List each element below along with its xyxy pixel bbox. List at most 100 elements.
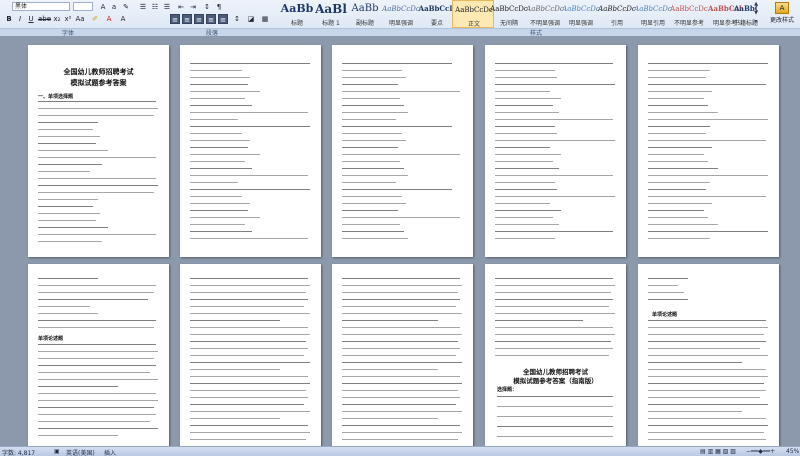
subscript-icon[interactable]: x₂ [52, 14, 62, 24]
text-line [342, 98, 400, 99]
borders-icon[interactable]: ▦ [260, 14, 270, 24]
text-line [190, 376, 308, 377]
char-shading-icon[interactable]: A [118, 14, 128, 24]
word-count[interactable]: 字数: 4,817 [2, 448, 35, 456]
document-page[interactable] [485, 45, 626, 257]
text-line [648, 439, 766, 440]
proofing-icon[interactable]: ▣ [54, 448, 60, 455]
underline-icon[interactable]: U [26, 14, 36, 24]
highlight-icon[interactable]: ✐ [90, 14, 100, 24]
text-line [38, 278, 98, 279]
numbering-icon[interactable]: ☷ [150, 2, 160, 12]
document-page[interactable]: 全国幼儿教师招聘考试 模拟试题参考答案（指南版） 选择题： [485, 264, 626, 446]
text-line [648, 231, 768, 232]
line-spacing-icon[interactable]: ↕ [232, 14, 242, 24]
text-line [342, 306, 456, 307]
align-right-icon[interactable]: ≡ [194, 14, 204, 24]
text-line [648, 98, 704, 99]
zoom-level[interactable]: 45% [786, 448, 799, 455]
shrink-font-icon[interactable]: a [109, 2, 119, 12]
text-line [38, 199, 98, 200]
document-page[interactable] [180, 45, 321, 257]
change-case-icon[interactable]: Aa [75, 14, 85, 24]
text-line [190, 231, 252, 232]
styles-scroll[interactable]: ▲ ▼ ▾ [752, 0, 760, 28]
text-line [38, 292, 154, 293]
view-buttons[interactable]: ▤ ▥ ▦ ▧ ▨ [700, 448, 736, 455]
section-heading: 选择题： [497, 387, 518, 393]
text-line [648, 383, 764, 384]
status-bar: 字数: 4,817 ▣ 英语(美国) 插入 ▤ ▥ ▦ ▧ ▨ −━━◆━━+ … [0, 446, 800, 456]
italic-icon[interactable]: I [15, 14, 25, 24]
text-line [648, 369, 766, 370]
font-size-box[interactable] [73, 2, 93, 11]
text-line [38, 178, 156, 179]
text-line [648, 224, 718, 225]
text-line [495, 84, 615, 85]
document-page[interactable] [332, 45, 473, 257]
document-page[interactable]: 单项论述题 [28, 264, 169, 446]
text-line [495, 203, 550, 204]
text-line [38, 122, 98, 123]
font-color-icon[interactable]: A [104, 14, 114, 24]
text-line [495, 175, 613, 176]
page-title: 全国幼儿教师招聘考试 [63, 68, 134, 76]
text-line [190, 84, 248, 85]
text-line [190, 432, 310, 433]
text-line [342, 327, 460, 328]
text-line [648, 292, 684, 293]
text-line [38, 150, 108, 151]
text-line [342, 418, 438, 419]
text-line [38, 379, 158, 380]
grow-font-icon[interactable]: A [98, 2, 108, 12]
text-line [190, 292, 306, 293]
sort-icon[interactable]: ↕ [202, 2, 212, 12]
text-line [648, 285, 678, 286]
text-line [648, 161, 708, 162]
document-page[interactable]: 单项论述题 [638, 264, 779, 446]
insert-mode[interactable]: 插入 [104, 448, 116, 456]
superscript-icon[interactable]: x² [63, 14, 73, 24]
show-marks-icon[interactable]: ¶ [214, 2, 224, 12]
text-line [648, 418, 766, 419]
text-line [342, 161, 400, 162]
bold-icon[interactable]: B [4, 14, 14, 24]
text-line [342, 278, 460, 279]
decrease-indent-icon[interactable]: ⇤ [176, 2, 186, 12]
text-line [495, 147, 550, 148]
text-line [497, 436, 613, 437]
text-line [648, 189, 706, 190]
document-page[interactable] [638, 45, 779, 257]
align-center-icon[interactable]: ≡ [182, 14, 192, 24]
strikethrough-icon[interactable]: abe [38, 14, 51, 24]
text-line [495, 320, 583, 321]
multilevel-icon[interactable]: ☰ [162, 2, 172, 12]
document-page[interactable]: 全国幼儿教师招聘考试 模拟试题参考答案 一、单项选择题 [28, 45, 169, 257]
text-line [38, 234, 156, 235]
font-name-box[interactable]: 黑体 [12, 2, 70, 11]
text-line [342, 140, 406, 141]
text-line [190, 133, 242, 134]
shading-icon[interactable]: ◪ [246, 14, 256, 24]
document-area[interactable]: 全国幼儿教师招聘考试 模拟试题参考答案 一、单项选择题 单项论述题 全国幼儿教师… [0, 37, 800, 446]
zoom-slider[interactable]: −━━◆━━+ [746, 448, 775, 455]
bullets-icon[interactable]: ☰ [138, 2, 148, 12]
text-line [190, 70, 242, 71]
text-line [38, 171, 90, 172]
document-page[interactable] [332, 264, 473, 446]
align-left-icon[interactable]: ≡ [170, 14, 180, 24]
text-line [648, 376, 768, 377]
text-line [38, 213, 100, 214]
clear-format-icon[interactable]: ✎ [121, 2, 131, 12]
justify-icon[interactable]: ≡ [206, 14, 216, 24]
language-indicator[interactable]: 英语(美国) [66, 448, 95, 456]
increase-indent-icon[interactable]: ⇥ [188, 2, 198, 12]
text-line [190, 182, 238, 183]
text-line [342, 390, 458, 391]
text-line [342, 105, 404, 106]
document-page[interactable] [180, 264, 321, 446]
distributed-icon[interactable]: ≡ [218, 14, 228, 24]
text-line [342, 91, 460, 92]
text-line [648, 112, 718, 113]
change-styles-button[interactable]: A 更改样式 [764, 0, 800, 28]
